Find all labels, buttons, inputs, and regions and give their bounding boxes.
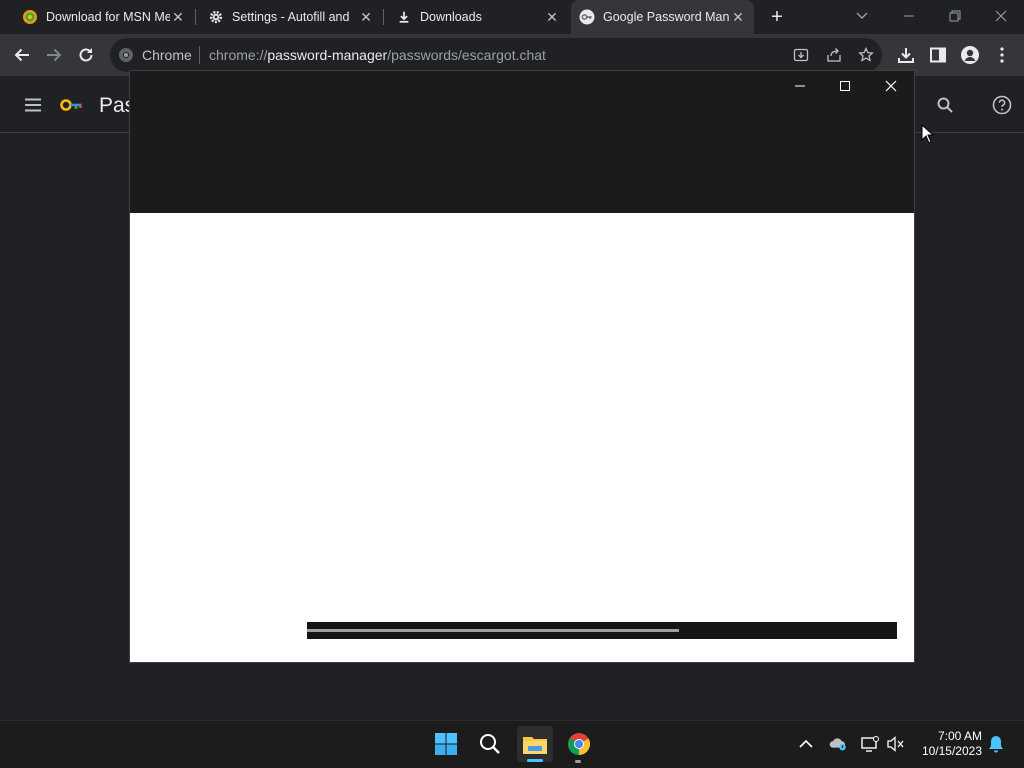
more-menu-icon[interactable] xyxy=(990,43,1014,67)
chrome-site-icon[interactable] xyxy=(118,47,134,63)
tab-settings-autofill[interactable]: Settings - Autofill and ✕ xyxy=(200,0,382,34)
install-app-icon[interactable] xyxy=(792,46,810,64)
omnibox-url[interactable]: chrome://password-manager/passwords/esca… xyxy=(209,47,546,63)
system-clock[interactable]: 7:00 AM 10/15/2023 xyxy=(918,729,982,759)
clock-time: 7:00 AM xyxy=(937,729,982,743)
tab-title: Download for MSN Me xyxy=(46,10,170,24)
close-icon[interactable]: ✕ xyxy=(358,9,374,25)
tab-title: Downloads xyxy=(420,10,482,24)
profile-avatar-icon[interactable] xyxy=(958,43,982,67)
clock-date: 10/15/2023 xyxy=(921,744,982,758)
reload-button[interactable] xyxy=(74,43,98,67)
bookmark-star-icon[interactable] xyxy=(857,46,875,64)
tab-title: Google Password Man xyxy=(603,10,730,24)
url-scheme: chrome:// xyxy=(209,47,268,63)
installer-progress-bar xyxy=(307,622,897,639)
volume-muted-icon[interactable] xyxy=(887,735,905,753)
close-window-button[interactable] xyxy=(978,0,1024,32)
onedrive-icon[interactable] xyxy=(829,735,847,753)
omnibox-chip-label[interactable]: Chrome xyxy=(142,47,192,63)
notification-bell-icon[interactable] xyxy=(987,735,1005,753)
password-key-icon xyxy=(579,9,595,25)
help-icon[interactable] xyxy=(992,95,1012,115)
installer-maximize-button[interactable] xyxy=(830,75,860,97)
taskbar-search-icon[interactable] xyxy=(472,726,508,762)
active-app-indicator xyxy=(527,759,543,762)
close-icon[interactable]: ✕ xyxy=(170,9,186,25)
progress-fill xyxy=(307,629,679,632)
tab-downloads[interactable]: Downloads ✕ xyxy=(388,0,568,34)
minimize-window-button[interactable] xyxy=(886,0,932,32)
forward-button[interactable] xyxy=(42,43,66,67)
installer-close-button[interactable] xyxy=(876,75,906,97)
tab-google-password-manager[interactable]: Google Password Man ✕ xyxy=(571,0,754,34)
tab-search-chevron-icon[interactable] xyxy=(855,8,871,24)
share-icon[interactable] xyxy=(825,46,843,64)
restore-window-button[interactable] xyxy=(932,0,978,32)
desktop-screen: Download for MSN Me ✕ Settings - Autofil… xyxy=(0,0,1024,768)
file-explorer-icon[interactable] xyxy=(517,726,553,762)
new-tab-button[interactable]: + xyxy=(767,7,787,27)
side-panel-icon[interactable] xyxy=(926,43,950,67)
escargot-icon xyxy=(22,9,38,25)
omnibox-divider xyxy=(199,46,200,64)
tray-overflow-chevron-icon[interactable] xyxy=(797,735,815,753)
tab-strip: Download for MSN Me ✕ Settings - Autofil… xyxy=(0,0,1024,34)
url-path: /passwords/escargot.chat xyxy=(387,47,546,63)
running-app-indicator xyxy=(575,760,581,763)
installer-window xyxy=(130,71,914,662)
start-windows-icon[interactable] xyxy=(428,726,464,762)
url-host: password-manager xyxy=(267,47,388,63)
download-icon xyxy=(396,9,412,25)
network-icon[interactable] xyxy=(861,735,879,753)
downloads-button[interactable] xyxy=(894,43,918,67)
close-icon[interactable]: ✕ xyxy=(544,9,560,25)
installer-minimize-button[interactable] xyxy=(785,75,815,97)
search-icon[interactable] xyxy=(936,96,954,114)
hamburger-menu-icon[interactable] xyxy=(24,96,42,114)
back-button[interactable] xyxy=(10,43,34,67)
close-icon[interactable]: ✕ xyxy=(730,9,746,25)
tab-download-msn[interactable]: Download for MSN Me ✕ xyxy=(14,0,194,34)
mouse-cursor-icon xyxy=(921,123,935,144)
tab-separator xyxy=(383,9,384,25)
tab-title: Settings - Autofill and xyxy=(232,10,350,24)
tab-separator xyxy=(195,9,196,25)
chrome-taskbar-icon[interactable] xyxy=(561,726,597,762)
password-manager-logo-icon xyxy=(60,96,84,114)
installer-header xyxy=(130,71,914,213)
gear-icon xyxy=(208,9,224,25)
